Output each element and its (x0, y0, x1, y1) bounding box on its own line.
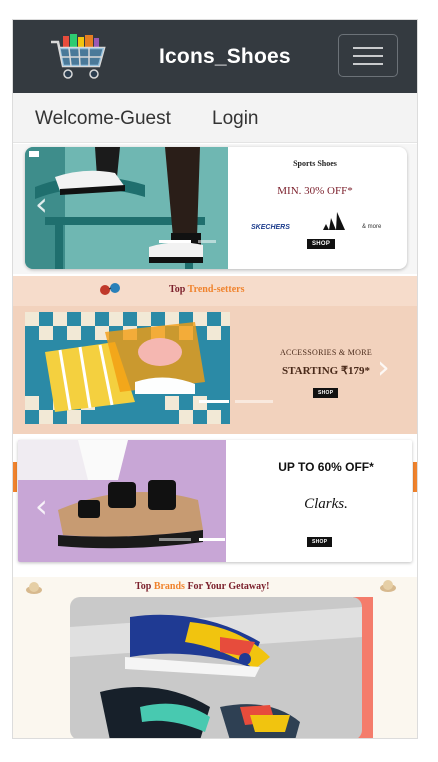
edge-stripe (13, 462, 17, 492)
welcome-guest-link[interactable]: Welcome-Guest (35, 108, 171, 130)
heading-part: Top (169, 284, 188, 295)
navbar: Icons_Shoes (13, 20, 417, 93)
adidas-logo-icon (323, 212, 345, 230)
brand-logo-skechers: SKECHERS (251, 224, 290, 231)
heading-part: Top (135, 581, 154, 592)
accessories-photo (25, 312, 230, 424)
menu-toggle-button[interactable] (338, 34, 398, 77)
heading-part: For Your Getaway! (184, 581, 270, 592)
shopping-cart-icon[interactable] (49, 32, 107, 82)
shop-button[interactable]: SHOP (307, 537, 333, 547)
banner-offer: MIN. 30% OFF* (277, 185, 353, 197)
shop-button[interactable]: SHOP (313, 388, 339, 398)
user-bar: Welcome-Guest Login (13, 93, 417, 143)
accessories-text: ACCESSORIES & MORE (279, 348, 373, 357)
sandal-photo (18, 440, 226, 562)
hat-icon (380, 580, 396, 592)
chevron-left-icon[interactable]: ‹ (35, 188, 48, 220)
chevron-left-icon[interactable]: ‹ (35, 490, 48, 522)
shop-button[interactable]: SHOP (307, 239, 336, 249)
clarks-banner[interactable]: UP TO 60% OFF* Clarks. SHOP ‹ (13, 434, 417, 575)
hamburger-menu-icon (353, 47, 383, 49)
carousel-indicator[interactable] (199, 400, 229, 403)
top-brands-banner[interactable]: Top Brands For Your Getaway! (13, 577, 417, 738)
carousel-indicator[interactable] (198, 240, 216, 243)
brand-name[interactable]: Icons_Shoes (159, 45, 291, 69)
starting-price-text: STARTING ₹179* (281, 365, 370, 377)
edge-stripe (413, 462, 417, 492)
trend-setters-heading: Top Trend-setters (169, 284, 244, 295)
hamburger-menu-icon (353, 55, 383, 57)
carousel-indicator[interactable] (159, 538, 191, 541)
and-more-text: & more (362, 224, 382, 230)
banner-card: Sports Shoes MIN. 30% OFF* SKECHERS & mo… (25, 147, 407, 269)
login-link[interactable]: Login (212, 108, 259, 130)
heading-highlight: Trend-setters (187, 284, 245, 295)
heading-highlight: Brands (153, 581, 185, 592)
carousel-indicator[interactable] (199, 538, 225, 541)
banner-card: UP TO 60% OFF* Clarks. SHOP (18, 440, 412, 562)
sneakers-photo (70, 597, 362, 738)
page-frame: Icons_Shoes Welcome-Guest Login Sports S… (12, 19, 418, 739)
trend-setters-banner[interactable]: Top Trend-setters ACCESSORIES & MORE STA… (13, 276, 417, 434)
top-brands-heading: Top Brands For Your Getaway! (135, 581, 269, 592)
carousel-indicator[interactable] (159, 240, 191, 243)
chevron-right-icon[interactable]: › (377, 351, 390, 383)
carousel-indicator[interactable] (235, 400, 273, 403)
banner-title: Sports Shoes (293, 159, 337, 168)
sunglasses-icon (100, 283, 120, 295)
banner-offer: UP TO 60% OFF* (278, 460, 374, 474)
clarks-logo-text: Clarks. (304, 496, 348, 512)
hamburger-menu-icon (353, 63, 383, 65)
sports-shoes-banner[interactable]: Sports Shoes MIN. 30% OFF* SKECHERS & mo… (13, 144, 417, 274)
sneaker-photo (25, 147, 228, 269)
hat-icon (26, 582, 42, 594)
